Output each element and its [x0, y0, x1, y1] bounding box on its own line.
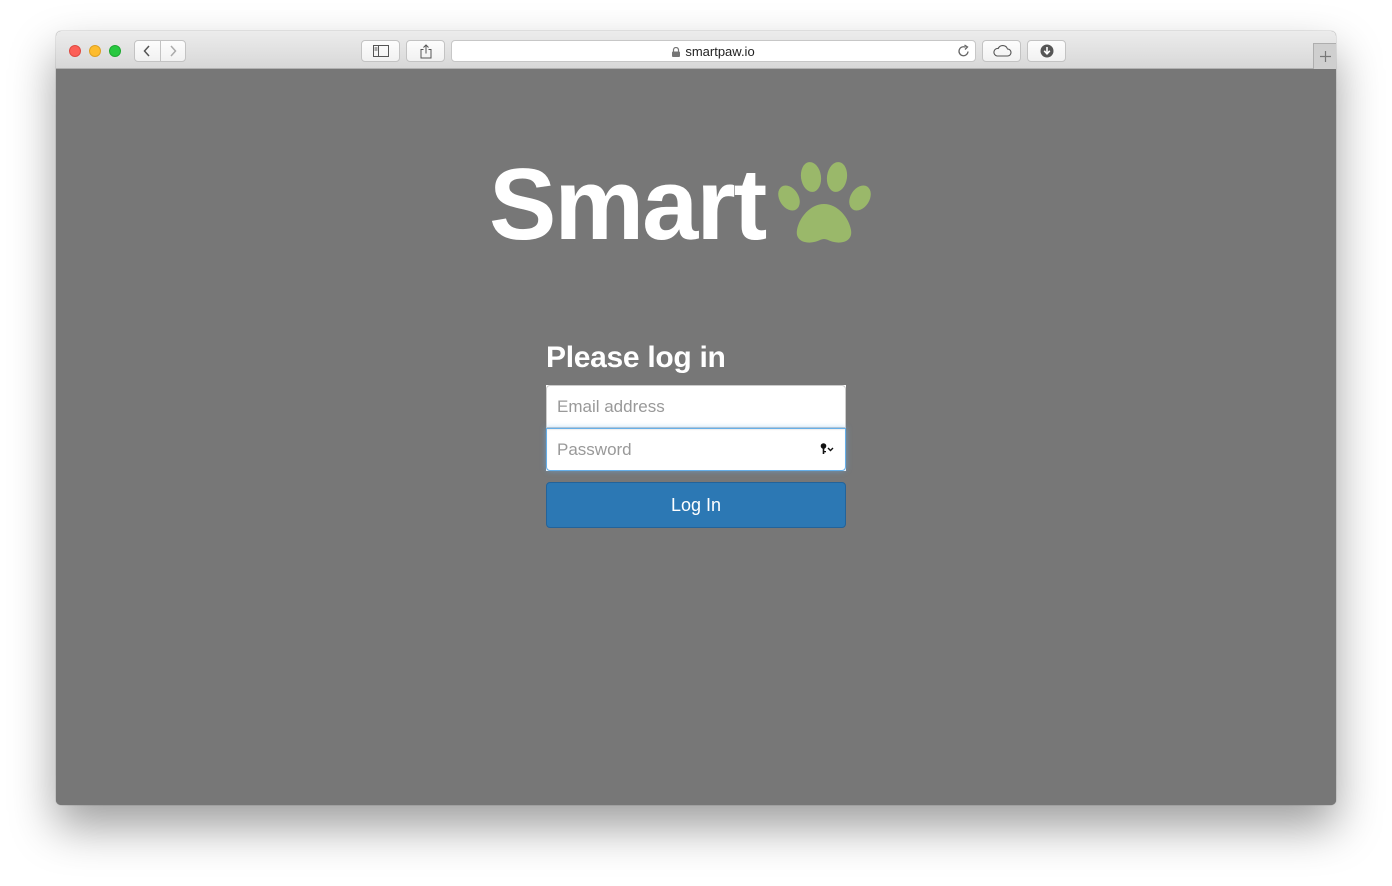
chevron-right-icon: [170, 45, 177, 57]
share-button[interactable]: [406, 40, 445, 62]
browser-window: smartpaw.io Smart Please log in Email ad…: [56, 31, 1336, 805]
browser-toolbar: smartpaw.io: [56, 31, 1336, 69]
paw-icon: [778, 162, 872, 243]
chevron-left-icon: [143, 45, 150, 57]
forward-button[interactable]: [159, 41, 186, 61]
sidebar-icon: [372, 45, 389, 57]
url-text: smartpaw.io: [685, 44, 755, 59]
password-field-wrapper: [546, 428, 846, 471]
maximize-window-button[interactable]: [109, 45, 121, 57]
password-input[interactable]: [546, 428, 846, 471]
page-content: Smart Please log in Email address Log In: [56, 69, 1336, 805]
share-icon: [420, 43, 431, 58]
cloud-icon: [992, 45, 1012, 57]
address-bar[interactable]: smartpaw.io: [451, 40, 976, 62]
download-icon: [1040, 44, 1053, 58]
icloud-tabs-button[interactable]: [982, 40, 1021, 62]
sidebar-button[interactable]: [361, 40, 400, 62]
login-title: Please log in: [546, 341, 726, 374]
close-window-button[interactable]: [69, 45, 81, 57]
plus-icon: [1319, 51, 1331, 62]
key-autofill-icon[interactable]: [820, 443, 834, 455]
smartpaw-logo: Smart: [489, 149, 873, 261]
login-form: Please log in Log In: [546, 341, 846, 528]
back-button[interactable]: [135, 41, 160, 61]
email-field-wrapper: [546, 385, 846, 428]
email-input[interactable]: [546, 385, 846, 428]
downloads-button[interactable]: [1027, 40, 1066, 62]
minimize-window-button[interactable]: [89, 45, 101, 57]
navigation-buttons: [134, 40, 186, 62]
reload-icon[interactable]: [957, 44, 970, 58]
lock-icon: [672, 47, 681, 57]
new-tab-button[interactable]: [1313, 43, 1336, 69]
logo-text: Smart: [489, 149, 767, 261]
login-button[interactable]: Log In: [546, 482, 846, 528]
address-display: smartpaw.io: [452, 44, 975, 59]
